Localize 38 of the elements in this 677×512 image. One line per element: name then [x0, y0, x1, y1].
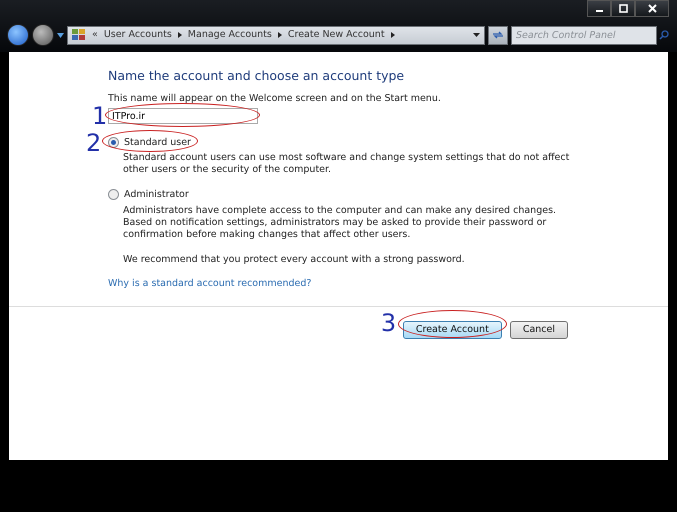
step-number: 3 [380, 311, 396, 335]
name-field[interactable]: ITPro.ir [108, 108, 258, 124]
radio-label[interactable]: Standard user [124, 136, 191, 150]
arrows-icon [492, 30, 504, 40]
recommendation-text: We recommend that you protect every account with a strong password. [123, 252, 466, 266]
close-icon [646, 4, 658, 13]
close-button[interactable] [635, 0, 669, 17]
maximize-icon [618, 4, 628, 13]
help-link[interactable]: Why is a standard account recommended? [108, 276, 312, 291]
breadcrumb-item[interactable]: Create New Account [288, 28, 385, 42]
step-number: 2 [86, 131, 102, 155]
breadcrumb-overflow[interactable]: « [92, 28, 98, 42]
search-icon[interactable] [659, 30, 669, 40]
section-title: Name the account and choose an account type [108, 67, 406, 85]
control-panel-icon [72, 29, 86, 41]
search-field[interactable]: Search Control Panel [511, 26, 657, 44]
dropdown-icon[interactable] [57, 32, 64, 38]
radio-button[interactable] [108, 137, 119, 148]
maximize-button[interactable] [611, 0, 635, 17]
option-description: Standard account users can use most software and change system settings that do not affect other users or the security of the computer. [123, 152, 570, 176]
create-account-button[interactable]: Create Account [402, 321, 502, 340]
option-description: Administrators have complete access to the computer and can make any desired changes. Based on notification settings, administrators may be asked to provide their password or confirmation before making changes that affect other users. [123, 204, 558, 240]
refresh-button[interactable] [488, 26, 508, 44]
radio-label[interactable]: Administrator [124, 188, 189, 202]
minimize-button[interactable] [587, 0, 611, 17]
step-number: 1 [92, 104, 108, 128]
breadcrumb-item[interactable]: Manage Accounts [188, 28, 272, 42]
radio-button[interactable] [108, 189, 119, 200]
address-bar[interactable]: « User Accounts Manage Accounts Create New Account [67, 26, 485, 44]
cancel-button[interactable]: Cancel [510, 321, 568, 340]
breadcrumb-item[interactable]: User Accounts [104, 28, 172, 42]
forward-button[interactable] [32, 24, 54, 46]
separator-arrow-icon[interactable] [178, 32, 182, 38]
dropdown-icon[interactable] [473, 33, 480, 37]
hint-text: This name will appear on the Welcome screen and on the Start menu. [108, 92, 442, 106]
separator-arrow-icon[interactable] [278, 32, 282, 38]
separator-arrow-icon[interactable] [390, 32, 395, 38]
back-button[interactable] [7, 24, 29, 46]
